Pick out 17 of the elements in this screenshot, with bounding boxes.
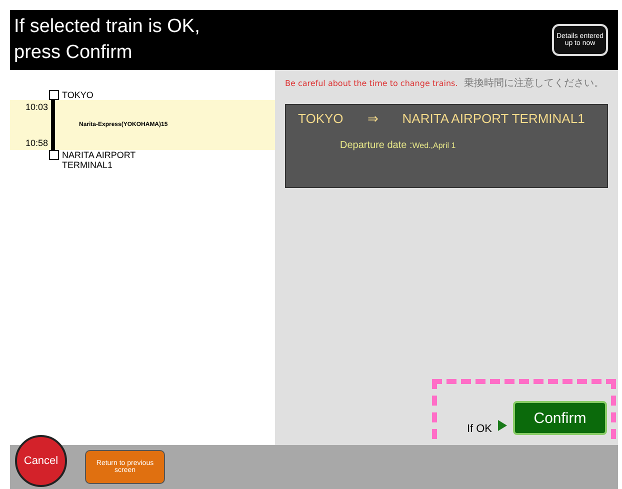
confirm-button[interactable]: Confirm <box>513 401 607 435</box>
destination-station: NARITA AIRPORT TERMINAL1 <box>402 111 585 126</box>
origin-station: TOKYO <box>298 111 344 126</box>
cancel-button[interactable]: Cancel <box>15 435 67 487</box>
warning-text-japanese: 乗換時間に注意してください。 <box>464 76 604 90</box>
arrival-time: 10:58 <box>25 138 48 148</box>
departure-date: Departure date :Wed.,April 1 <box>339 140 457 151</box>
play-icon <box>498 420 507 431</box>
station-name: TOKYO <box>62 90 94 100</box>
if-ok-label: If OK <box>466 423 492 435</box>
station-marker-icon <box>49 150 59 160</box>
screen-title: If selected train is OK, press Confirm <box>14 15 200 65</box>
station-name: NARITA AIRPORT TERMINAL1 <box>62 150 136 170</box>
station-marker-icon <box>49 90 59 100</box>
warning-text: Be careful about the time to change trains. <box>285 78 458 88</box>
departure-time: 10:03 <box>25 102 48 112</box>
arrow-icon: ⇒ <box>367 111 378 126</box>
